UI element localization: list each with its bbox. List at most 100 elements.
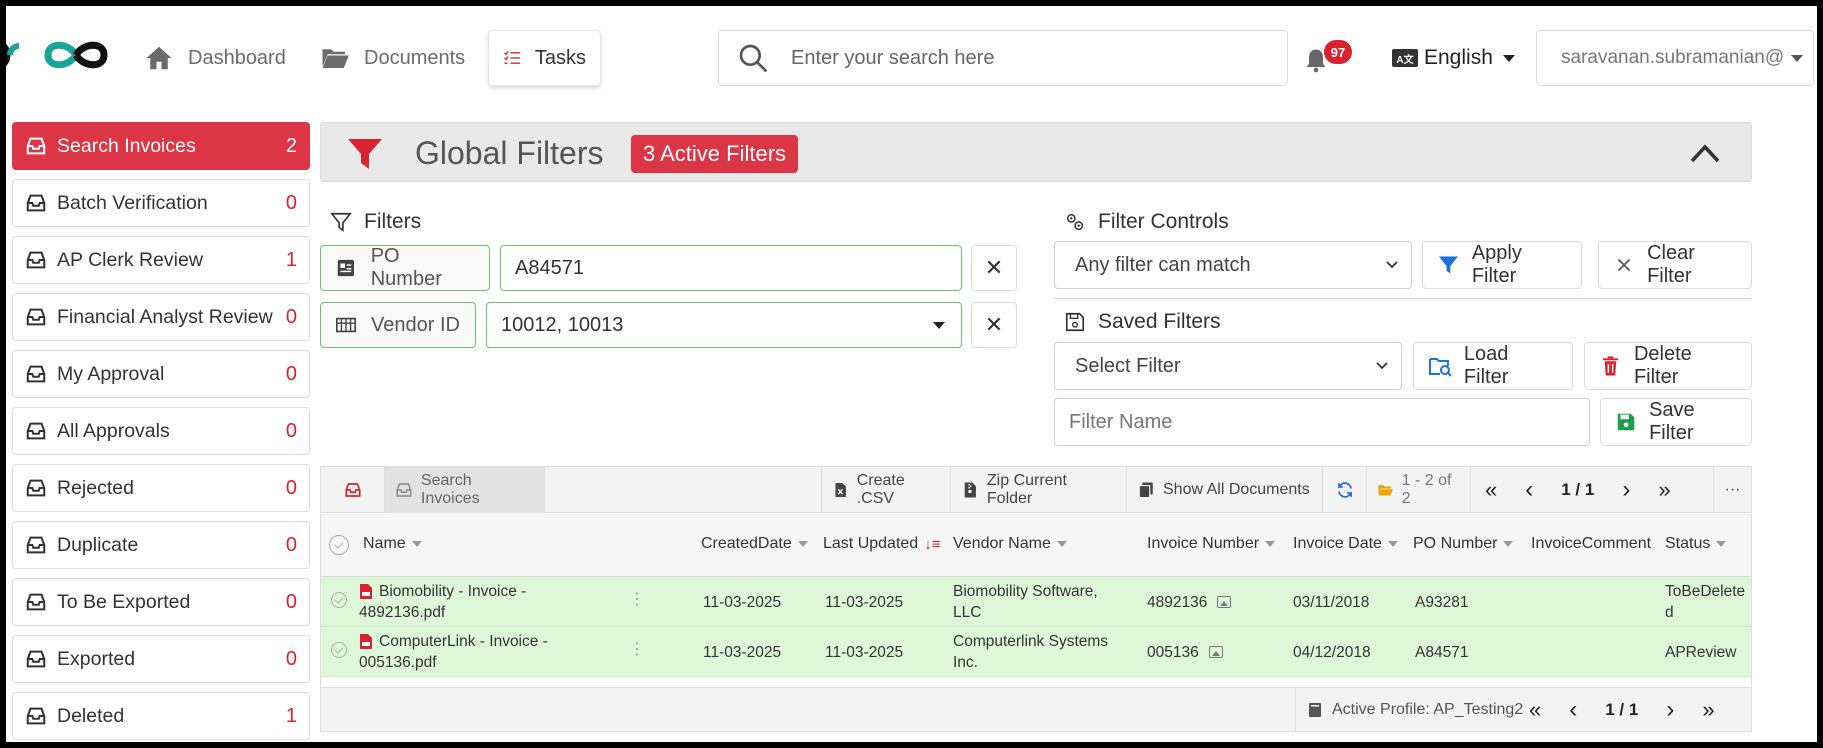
user-menu[interactable]: saravanan.subramanian@	[1536, 30, 1814, 86]
sidebar-item-financial-analyst-review[interactable]: Financial Analyst Review 0	[12, 293, 310, 341]
col-po-number[interactable]: PO Number	[1413, 535, 1514, 553]
col-invoice-date[interactable]: Invoice Date	[1293, 535, 1398, 553]
col-vendor-name[interactable]: Vendor Name	[953, 535, 1067, 553]
footer-next-page-button[interactable]: ›	[1652, 696, 1688, 724]
inbox-icon	[26, 479, 46, 497]
nav-dashboard[interactable]: Dashboard	[130, 30, 300, 86]
row-checkbox[interactable]	[331, 592, 347, 608]
chevron-down-icon	[1376, 362, 1388, 370]
sidebar-item-search-invoices[interactable]: Search Invoices 2	[12, 122, 310, 170]
table-row[interactable]: ComputerLink - Invoice - 005136.pdf ⋮ 11-03…	[321, 627, 1751, 677]
show-all-documents-button[interactable]: Show All Documents	[1127, 467, 1323, 513]
sidebar-item-duplicate[interactable]: Duplicate 0	[12, 521, 310, 569]
filter-name-field[interactable]	[1054, 398, 1590, 446]
footer-first-page-button[interactable]: «	[1515, 697, 1555, 723]
global-filters-header[interactable]: Global Filters 3 Active Filters	[320, 122, 1752, 182]
nav-documents[interactable]: Documents	[306, 30, 479, 86]
inbox-icon	[26, 422, 46, 440]
sidebar-item-label: AP Clerk Review	[57, 248, 203, 271]
clear-po-number-button[interactable]: ✕	[971, 245, 1017, 291]
refresh-button[interactable]	[1323, 467, 1367, 513]
gears-icon	[1066, 213, 1084, 231]
apply-filter-button[interactable]: Apply Filter	[1422, 241, 1582, 289]
col-created-date[interactable]: CreatedDate	[701, 535, 808, 553]
record-range: 1 - 2 of 2	[1367, 467, 1471, 513]
home-icon	[146, 46, 172, 70]
clear-vendor-id-button[interactable]: ✕	[971, 302, 1017, 348]
file-pdf-icon	[360, 584, 372, 599]
row-drag-handle[interactable]: ⋮	[629, 639, 645, 659]
footer-pager: « ‹ 1 / 1 › »	[1515, 688, 1729, 732]
sidebar: Search Invoices 2 Batch Verification 0 AP Cl…	[12, 122, 310, 748]
zip-current-folder-button[interactable]: Zip Current Folder	[951, 467, 1127, 513]
id-card-icon	[337, 259, 355, 277]
app-logo-icon[interactable]	[40, 30, 112, 80]
inbox-tab-icon-button[interactable]	[321, 467, 385, 513]
nav-tasks[interactable]: Tasks	[488, 30, 601, 86]
col-name[interactable]: Name	[363, 535, 422, 553]
vendor-id-select[interactable]: 10012, 10013	[486, 302, 962, 348]
image-icon[interactable]	[1208, 646, 1223, 658]
create-csv-button[interactable]: Create .CSV	[821, 467, 951, 513]
sidebar-item-all-approvals[interactable]: All Approvals 0	[12, 407, 310, 455]
sidebar-item-my-approval[interactable]: My Approval 0	[12, 350, 310, 398]
footer-prev-page-button[interactable]: ‹	[1555, 696, 1591, 724]
save-filter-button[interactable]: Save Filter	[1600, 398, 1752, 446]
active-profile: Active Profile: AP_Testing2	[1295, 688, 1523, 732]
select-all-checkbox[interactable]	[329, 535, 349, 555]
cell-invoice-number: 4892136	[1147, 592, 1232, 613]
cell-vendor-line1: Biomobility Software,	[953, 583, 1098, 600]
search-input[interactable]	[791, 46, 1251, 70]
language-dropdown[interactable]: A文 English	[1392, 46, 1515, 70]
sidebar-item-exported[interactable]: Exported 0	[12, 635, 310, 683]
vendor-id-label-text: Vendor ID	[371, 313, 460, 336]
po-number-input[interactable]: A84571	[500, 245, 962, 291]
footer-last-page-button[interactable]: »	[1688, 697, 1728, 723]
col-updated-label: Last Updated	[823, 535, 919, 552]
cell-name[interactable]: Biomobility - Invoice -	[379, 581, 526, 602]
col-last-updated[interactable]: Last Updated ↓≡	[823, 535, 940, 553]
next-page-button[interactable]: ›	[1608, 476, 1644, 504]
cell-updated: 11-03-2025	[825, 594, 904, 611]
sidebar-item-ap-clerk-review[interactable]: AP Clerk Review 1	[12, 236, 310, 284]
image-icon[interactable]	[1217, 596, 1232, 608]
po-number-value: A84571	[515, 256, 584, 279]
sidebar-item-batch-verification[interactable]: Batch Verification 0	[12, 179, 310, 227]
footer-page-indicator: 1 / 1	[1605, 700, 1639, 719]
more-options-button[interactable]: ···	[1713, 467, 1751, 513]
folder-icon	[322, 49, 349, 68]
sort-caret-icon	[1387, 541, 1398, 547]
first-page-button[interactable]: «	[1471, 477, 1511, 503]
delete-filter-button[interactable]: Delete Filter	[1584, 342, 1752, 390]
row-drag-handle[interactable]: ⋮	[629, 589, 645, 609]
sidebar-item-deleted[interactable]: Deleted 1	[12, 692, 310, 740]
sidebar-item-to-be-exported[interactable]: To Be Exported 0	[12, 578, 310, 626]
load-filter-button[interactable]: Load Filter	[1413, 342, 1573, 390]
clear-filter-label: Clear Filter	[1647, 242, 1695, 287]
last-page-button[interactable]: »	[1644, 477, 1684, 503]
col-invoice-comment[interactable]: InvoiceComment	[1531, 535, 1651, 553]
clear-filter-button[interactable]: Clear Filter	[1598, 241, 1752, 289]
table-row[interactable]: Biomobility - Invoice - 4892136.pdf ⋮ 11-03…	[321, 577, 1751, 627]
sort-caret-icon	[1503, 541, 1514, 547]
cell-invoice-number: 005136	[1147, 642, 1223, 663]
cell-created: 11-03-2025	[703, 594, 782, 611]
sidebar-item-rejected[interactable]: Rejected 0	[12, 464, 310, 512]
match-mode-value: Any filter can match	[1075, 253, 1251, 276]
funnel-outline-icon	[330, 212, 352, 232]
chevron-up-icon[interactable]	[1689, 141, 1721, 165]
match-mode-select[interactable]: Any filter can match	[1054, 241, 1412, 289]
sidebar-item-label: Duplicate	[57, 533, 139, 556]
inbox-icon	[26, 707, 46, 725]
tab-search-invoices[interactable]: Search Invoices	[385, 467, 545, 513]
col-status[interactable]: Status	[1665, 535, 1727, 553]
filter-name-input[interactable]	[1069, 410, 1575, 434]
prev-page-button[interactable]: ‹	[1511, 476, 1547, 504]
cell-invoice-date: 03/11/2018	[1293, 594, 1370, 611]
col-invoice-number[interactable]: Invoice Number	[1147, 535, 1276, 553]
row-checkbox[interactable]	[331, 642, 347, 658]
cell-name[interactable]: ComputerLink - Invoice -	[379, 631, 548, 652]
saved-filter-select[interactable]: Select Filter	[1054, 342, 1402, 390]
more-icon: ···	[1724, 481, 1741, 498]
cell-updated: 11-03-2025	[825, 644, 904, 661]
